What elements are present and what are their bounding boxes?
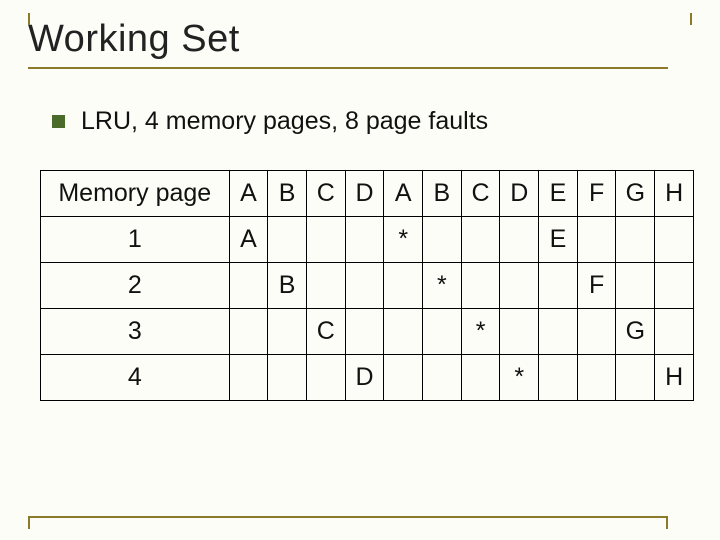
cell: * <box>461 309 500 355</box>
cell <box>268 355 307 401</box>
memory-table: Memory page A B C D A B C D E F G H 1 A <box>40 170 694 401</box>
cell <box>539 355 578 401</box>
cell: F <box>577 263 616 309</box>
cell <box>306 355 345 401</box>
cell <box>461 263 500 309</box>
cell: G <box>616 309 655 355</box>
col-header: D <box>500 171 539 217</box>
row-label: 3 <box>41 309 230 355</box>
slide-title: Working Set <box>28 18 692 61</box>
col-header: H <box>655 171 694 217</box>
cell <box>268 217 307 263</box>
cell <box>539 263 578 309</box>
cell <box>229 263 268 309</box>
col-header: C <box>461 171 500 217</box>
col-header: G <box>616 171 655 217</box>
title-underline <box>28 67 668 69</box>
cell <box>384 355 423 401</box>
footer-underline <box>28 516 668 518</box>
cell <box>345 309 384 355</box>
cell <box>616 355 655 401</box>
cell: D <box>345 355 384 401</box>
table-header-row: Memory page A B C D A B C D E F G H <box>41 171 694 217</box>
cell: * <box>500 355 539 401</box>
row-label: 4 <box>41 355 230 401</box>
cell <box>423 217 462 263</box>
cell: * <box>423 263 462 309</box>
cell: H <box>655 355 694 401</box>
row-label: 1 <box>41 217 230 263</box>
cell <box>655 263 694 309</box>
cell <box>577 355 616 401</box>
bullet-item: LRU, 4 memory pages, 8 page faults <box>36 107 692 136</box>
cell <box>616 217 655 263</box>
cell <box>306 263 345 309</box>
cell <box>500 263 539 309</box>
row-label: 2 <box>41 263 230 309</box>
cell <box>500 217 539 263</box>
cell <box>655 309 694 355</box>
cell <box>577 309 616 355</box>
header-label: Memory page <box>41 171 230 217</box>
cell <box>577 217 616 263</box>
cell: B <box>268 263 307 309</box>
col-header: F <box>577 171 616 217</box>
cell <box>616 263 655 309</box>
cell <box>306 217 345 263</box>
table-row: 4 D * H <box>41 355 694 401</box>
col-header: B <box>268 171 307 217</box>
bullet-text: LRU, 4 memory pages, 8 page faults <box>81 107 488 136</box>
col-header: E <box>539 171 578 217</box>
cell <box>539 309 578 355</box>
cell <box>345 217 384 263</box>
cell <box>655 217 694 263</box>
cell <box>423 355 462 401</box>
cell <box>384 309 423 355</box>
cell <box>500 309 539 355</box>
col-header: D <box>345 171 384 217</box>
square-bullet-icon <box>52 115 65 128</box>
col-header: A <box>384 171 423 217</box>
cell <box>384 263 423 309</box>
table-row: 2 B * F <box>41 263 694 309</box>
col-header: A <box>229 171 268 217</box>
col-header: C <box>306 171 345 217</box>
cell <box>345 263 384 309</box>
cell <box>423 309 462 355</box>
cell <box>461 217 500 263</box>
table-row: 1 A * E <box>41 217 694 263</box>
cell: C <box>306 309 345 355</box>
cell: A <box>229 217 268 263</box>
cell: E <box>539 217 578 263</box>
table-row: 3 C * G <box>41 309 694 355</box>
cell <box>461 355 500 401</box>
cell <box>268 309 307 355</box>
cell <box>229 309 268 355</box>
col-header: B <box>423 171 462 217</box>
cell: * <box>384 217 423 263</box>
cell <box>229 355 268 401</box>
